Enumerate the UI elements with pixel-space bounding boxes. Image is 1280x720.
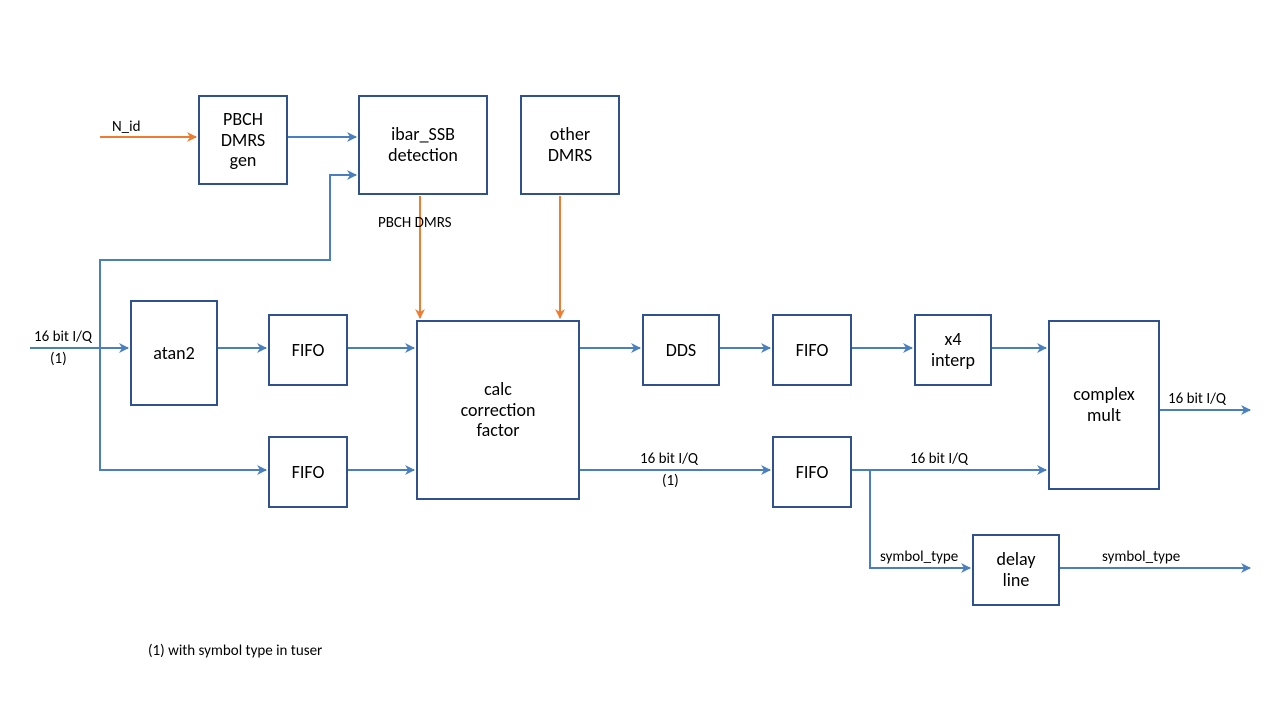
block-label: atan2 bbox=[153, 343, 194, 364]
label-input-note1: (1) bbox=[50, 350, 67, 368]
block-delay-line: delay line bbox=[972, 534, 1060, 606]
block-label: calc correction factor bbox=[461, 379, 536, 441]
block-fifo-upper-chain: FIFO bbox=[772, 314, 852, 386]
block-label: FIFO bbox=[292, 340, 325, 361]
label-pbch-dmrs: PBCH DMRS bbox=[378, 214, 452, 232]
block-fifo-top: FIFO bbox=[268, 314, 348, 386]
block-pbch-dmrs-gen: PBCH DMRS gen bbox=[198, 95, 288, 185]
block-ibar-ssb-detection: ibar_SSB detection bbox=[358, 95, 488, 195]
label-output-16bit-iq: 16 bit I/Q bbox=[1168, 390, 1226, 408]
block-label: other DMRS bbox=[548, 124, 592, 165]
label-n-id: N_id bbox=[112, 118, 140, 136]
label-symbol-type-out: symbol_type bbox=[1102, 548, 1180, 566]
block-label: ibar_SSB detection bbox=[388, 124, 458, 165]
block-fifo-bottom: FIFO bbox=[268, 436, 348, 508]
block-x4-interp: x4 interp bbox=[914, 314, 992, 386]
block-label: FIFO bbox=[796, 340, 829, 361]
label-input-16bit-iq: 16 bit I/Q bbox=[34, 328, 92, 346]
block-label: PBCH DMRS gen bbox=[221, 109, 265, 171]
block-other-dmrs: other DMRS bbox=[520, 95, 620, 195]
block-dds: DDS bbox=[642, 314, 720, 386]
label-right-16bit-iq: 16 bit I/Q bbox=[910, 450, 968, 468]
block-label: DDS bbox=[666, 340, 696, 361]
label-mid-note1: (1) bbox=[662, 472, 679, 490]
block-calc-correction-factor: calc correction factor bbox=[416, 320, 580, 500]
block-complex-mult: complex mult bbox=[1048, 320, 1160, 490]
block-label: complex mult bbox=[1073, 384, 1134, 425]
block-label: delay line bbox=[997, 549, 1036, 590]
block-atan2: atan2 bbox=[130, 300, 218, 406]
block-label: FIFO bbox=[796, 462, 829, 483]
block-fifo-lower-chain: FIFO bbox=[772, 436, 852, 508]
label-footnote: (1) with symbol type in tuser bbox=[148, 642, 322, 660]
block-label: x4 interp bbox=[931, 329, 975, 370]
label-symbol-type-in: symbol_type bbox=[880, 548, 958, 566]
block-label: FIFO bbox=[292, 462, 325, 483]
label-mid-16bit-iq: 16 bit I/Q bbox=[640, 450, 698, 468]
